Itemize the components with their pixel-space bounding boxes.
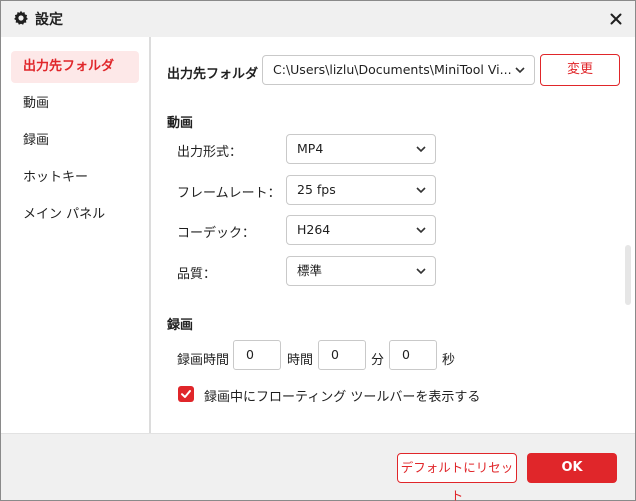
chevron-down-icon bbox=[416, 146, 426, 153]
close-button[interactable] bbox=[605, 8, 627, 30]
codec-label: コーデック： bbox=[177, 226, 256, 241]
output-folder-path-select[interactable]: C:\Users\lizlu\Documents\MiniTool Vi... bbox=[262, 55, 535, 85]
output-folder-label: 出力先フォルダ bbox=[167, 67, 259, 82]
floating-toolbar-label[interactable]: 録画中にフローティング ツールバーを表示する bbox=[204, 386, 480, 405]
format-value: MP4 bbox=[297, 141, 324, 156]
quality-label: 品質： bbox=[177, 267, 217, 282]
content-scrollbar[interactable] bbox=[621, 37, 635, 433]
minutes-unit-label: 分 bbox=[371, 353, 385, 368]
floating-toolbar-checkbox[interactable] bbox=[178, 386, 194, 402]
chevron-down-icon bbox=[515, 67, 525, 74]
chevron-down-icon bbox=[416, 268, 426, 275]
codec-select[interactable]: H264 bbox=[286, 215, 436, 245]
sidebar-item-recording[interactable]: 録画 bbox=[11, 125, 139, 157]
settings-content: 出力先フォルダ C:\Users\lizlu\Documents\MiniToo… bbox=[151, 37, 621, 433]
framerate-value: 25 fps bbox=[297, 182, 336, 197]
chevron-down-icon bbox=[416, 227, 426, 234]
format-select[interactable]: MP4 bbox=[286, 134, 436, 164]
output-folder-path: C:\Users\lizlu\Documents\MiniTool Vi... bbox=[273, 62, 512, 77]
reset-defaults-button[interactable]: デフォルトにリセット bbox=[397, 453, 517, 501]
chevron-down-icon bbox=[416, 187, 426, 194]
hours-unit-label: 時間 bbox=[287, 353, 314, 368]
sidebar-item-hotkeys[interactable]: ホットキー bbox=[11, 162, 139, 194]
sidebar-item-output-folder[interactable]: 出力先フォルダ bbox=[11, 51, 139, 83]
format-label: 出力形式： bbox=[177, 145, 243, 160]
sidebar-item-main-panel[interactable]: メイン パネル bbox=[11, 199, 139, 231]
close-icon bbox=[610, 13, 622, 25]
sidebar-item-video[interactable]: 動画 bbox=[11, 88, 139, 120]
change-folder-button[interactable]: 変更 bbox=[540, 54, 620, 86]
seconds-input[interactable]: 0 bbox=[389, 340, 437, 370]
scrollbar-thumb[interactable] bbox=[625, 245, 631, 305]
minutes-input[interactable]: 0 bbox=[318, 340, 366, 370]
codec-value: H264 bbox=[297, 222, 331, 237]
checkmark-icon bbox=[181, 390, 191, 398]
title-bar: 設定 bbox=[1, 1, 635, 35]
gear-icon bbox=[13, 10, 29, 26]
seconds-unit-label: 秒 bbox=[442, 353, 456, 368]
footer-divider bbox=[1, 433, 635, 434]
quality-select[interactable]: 標準 bbox=[286, 256, 436, 286]
ok-button[interactable]: OK bbox=[527, 453, 617, 483]
hours-input[interactable]: 0 bbox=[233, 340, 281, 370]
settings-sidebar: 出力先フォルダ 動画 録画 ホットキー メイン パネル bbox=[1, 37, 149, 433]
recording-duration-label: 録画時間 bbox=[177, 353, 230, 368]
quality-value: 標準 bbox=[297, 263, 323, 278]
video-section-heading: 動画 bbox=[167, 116, 194, 131]
dialog-title: 設定 bbox=[35, 12, 63, 28]
framerate-select[interactable]: 25 fps bbox=[286, 175, 436, 205]
recording-section-heading: 録画 bbox=[167, 318, 194, 333]
settings-dialog: 設定 出力先フォルダ 動画 録画 ホットキー メイン パネル 出力先フォルダ C… bbox=[0, 0, 636, 501]
framerate-label: フレームレート： bbox=[177, 186, 281, 201]
